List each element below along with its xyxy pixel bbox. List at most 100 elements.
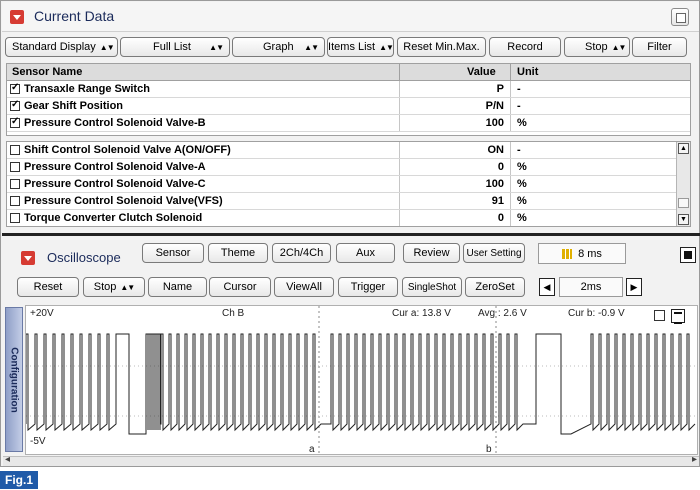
filter-button[interactable]: Filter — [632, 37, 687, 57]
display-mode-select[interactable]: Standard Display ▲▼ — [5, 37, 118, 57]
table-row[interactable]: Pressure Control Solenoid Valve-C 100 % — [7, 176, 690, 193]
scope-horizontal-scrollbar[interactable] — [3, 454, 699, 466]
table-row[interactable]: Pressure Control Solenoid Valve-B 100 % — [7, 115, 690, 132]
theme-button[interactable]: Theme — [208, 243, 268, 263]
row-checkbox[interactable] — [10, 162, 20, 172]
singleshot-button[interactable]: SingleShot — [402, 277, 462, 297]
sensor-unit: % — [517, 117, 527, 129]
column-divider — [510, 64, 511, 80]
stop-label: Stop — [585, 41, 608, 53]
collapse-icon[interactable] — [10, 10, 24, 24]
table-row[interactable]: Shift Control Solenoid Valve A(ON/OFF) O… — [7, 142, 690, 159]
configuration-tab[interactable]: Configuration — [5, 307, 23, 452]
sensor-value: 0 — [497, 212, 504, 224]
trigger-button[interactable]: Trigger — [338, 277, 398, 297]
panel-splitter[interactable] — [2, 233, 700, 236]
channel-checkbox[interactable] — [654, 310, 665, 321]
spinner-icon: ▲▼ — [99, 42, 115, 52]
column-divider — [510, 176, 511, 192]
time-increase-icon[interactable]: ▶ — [626, 278, 642, 296]
current-data-titlebar: Current Data — [2, 2, 699, 32]
table-row[interactable]: Gear Shift Position P/N - — [7, 98, 690, 115]
record-label: Record — [507, 41, 543, 53]
column-divider — [399, 176, 400, 192]
reset-button[interactable]: Reset — [17, 277, 79, 297]
trigger-button-label: Trigger — [350, 281, 386, 293]
reset-minmax-label: Reset Min.Max. — [403, 41, 480, 53]
channel-b-waveform — [26, 333, 696, 435]
items-list-label: Items List — [328, 41, 376, 53]
sensor-list: Shift Control Solenoid Valve A(ON/OFF) O… — [6, 141, 691, 227]
name-button[interactable]: Name — [148, 277, 207, 297]
row-checkbox[interactable] — [10, 145, 20, 155]
time-div-label: 2ms — [580, 281, 602, 293]
review-button[interactable]: Review — [403, 243, 460, 263]
zeroset-button[interactable]: ZeroSet — [465, 277, 525, 297]
column-divider — [399, 98, 400, 114]
sensor-list-scrollbar[interactable]: ▲ ▼ — [676, 142, 690, 226]
column-header-unit[interactable]: Unit — [517, 66, 538, 78]
display-mode-label: Standard Display — [12, 41, 96, 53]
viewall-button-label: ViewAll — [286, 281, 322, 293]
column-divider — [399, 81, 400, 97]
scroll-up-icon[interactable]: ▲ — [678, 143, 689, 154]
column-header-name[interactable]: Sensor Name — [12, 66, 82, 78]
viewall-button[interactable]: ViewAll — [274, 277, 334, 297]
scroll-thumb[interactable] — [678, 198, 689, 208]
graph-select[interactable]: Graph ▲▼ — [232, 37, 325, 57]
current-data-title: Current Data — [34, 8, 115, 24]
column-divider — [399, 159, 400, 175]
column-divider — [399, 115, 400, 131]
sensor-name: Torque Converter Clutch Solenoid — [24, 212, 203, 224]
sensor-value: P/N — [485, 100, 504, 112]
items-list-select[interactable]: Items List ▲▼ — [327, 37, 394, 57]
sensor-name: Pressure Control Solenoid Valve-C — [24, 178, 206, 190]
oscilloscope-display[interactable]: +20V -5V Ch B Cur a: 13.8 V Avg : 2.6 V … — [25, 305, 698, 455]
column-divider — [510, 193, 511, 209]
channel-mode-label: 2Ch/4Ch — [279, 247, 324, 259]
spinner-icon: ▲▼ — [209, 42, 224, 52]
reset-minmax-button[interactable]: Reset Min.Max. — [397, 37, 486, 57]
oscilloscope-collapse-icon[interactable] — [21, 251, 35, 265]
scan-tool-window: Current Data Standard Display ▲▼ Full Lis… — [0, 0, 700, 467]
row-checkbox[interactable] — [10, 179, 20, 189]
sensor-button[interactable]: Sensor — [142, 243, 204, 263]
stop-square-icon[interactable] — [680, 247, 696, 263]
spinner-icon: ▲▼ — [120, 282, 135, 292]
row-checkbox[interactable] — [10, 82, 20, 94]
sensor-unit: % — [517, 161, 527, 173]
sensor-name: Pressure Control Solenoid Valve-B — [24, 117, 206, 129]
row-checkbox[interactable] — [10, 116, 20, 128]
scroll-down-icon[interactable]: ▼ — [678, 214, 689, 225]
sensor-table-header: Sensor Name Value Unit — [6, 63, 691, 81]
column-divider — [510, 81, 511, 97]
row-checkbox[interactable] — [10, 196, 20, 206]
column-header-value[interactable]: Value — [467, 66, 496, 78]
record-button[interactable]: Record — [489, 37, 561, 57]
time-decrease-icon[interactable]: ◀ — [539, 278, 555, 296]
cursor-a-marker: a — [309, 444, 315, 455]
user-setting-button[interactable]: User Setting — [463, 243, 525, 263]
cursor-button[interactable]: Cursor — [209, 277, 271, 297]
column-divider — [510, 210, 511, 226]
table-row[interactable]: Torque Converter Clutch Solenoid 0 % — [7, 210, 690, 226]
sensor-value: 0 — [497, 161, 504, 173]
timebase-bar-icon — [562, 248, 573, 259]
list-mode-select[interactable]: Full List ▲▼ — [120, 37, 230, 57]
channel-menu-icon[interactable] — [671, 309, 685, 324]
table-row[interactable]: Transaxle Range Switch P - — [7, 81, 690, 98]
sensor-value: P — [496, 83, 504, 95]
table-row[interactable]: Pressure Control Solenoid Valve-A 0 % — [7, 159, 690, 176]
column-divider — [399, 193, 400, 209]
window-restore-icon[interactable] — [671, 8, 689, 26]
timebase-readout: 8 ms — [538, 243, 626, 264]
column-divider — [399, 142, 400, 158]
row-checkbox[interactable] — [10, 99, 20, 111]
stop-select[interactable]: Stop ▲▼ — [564, 37, 630, 57]
row-checkbox[interactable] — [10, 213, 20, 223]
stop-mode-select[interactable]: Stop ▲▼ — [83, 277, 145, 297]
table-row[interactable]: Pressure Control Solenoid Valve(VFS) 91 … — [7, 193, 690, 210]
channel-mode-button[interactable]: 2Ch/4Ch — [272, 243, 331, 263]
channel-label: Ch B — [222, 308, 245, 319]
aux-button[interactable]: Aux — [336, 243, 395, 263]
